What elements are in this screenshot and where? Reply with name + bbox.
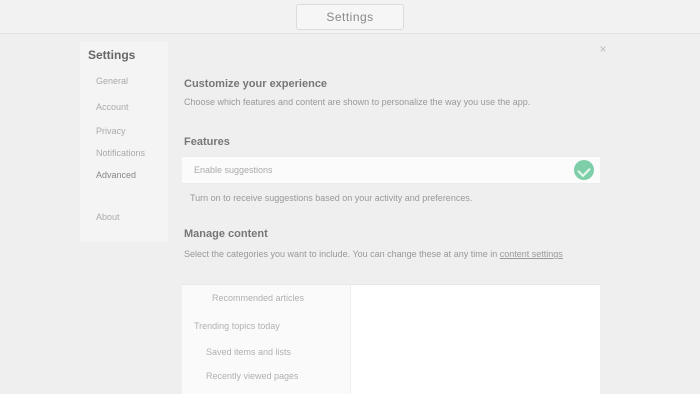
close-button[interactable]: ×	[596, 42, 610, 56]
section3-description-text: Select the categories you want to includ…	[184, 249, 498, 259]
sidebar-item-privacy[interactable]: Privacy	[96, 126, 126, 140]
sidebar-item-account[interactable]: Account	[96, 102, 129, 116]
section2-note: Turn on to receive suggestions based on …	[190, 193, 473, 203]
content-settings-link[interactable]: content settings	[500, 249, 563, 259]
content-list: Recommended articles Trending topics tod…	[182, 284, 600, 394]
sidebar: Settings General Account Privacy Notific…	[80, 42, 168, 242]
window-title: Settings	[296, 4, 404, 30]
sidebar-item-about[interactable]: About	[96, 212, 120, 226]
content-preview-pane	[350, 285, 600, 394]
list-item[interactable]: Recently viewed pages	[206, 371, 299, 381]
section1-description: Choose which features and content are sh…	[184, 97, 531, 107]
section3-heading: Manage content	[184, 228, 268, 240]
list-item[interactable]: Trending topics today	[194, 321, 280, 331]
sidebar-item-notifications[interactable]: Notifications	[96, 148, 145, 162]
list-item[interactable]: Saved items and lists	[206, 347, 291, 357]
suggestions-label: Enable suggestions	[194, 165, 273, 175]
sidebar-item-general[interactable]: General	[96, 76, 128, 90]
sidebar-item-advanced[interactable]: Advanced	[96, 170, 136, 184]
list-item[interactable]: Recommended articles	[212, 293, 304, 303]
section3-description: Select the categories you want to includ…	[184, 248, 594, 261]
sidebar-title: Settings	[88, 48, 136, 62]
title-bar: Settings	[0, 0, 700, 34]
close-icon: ×	[599, 42, 607, 56]
suggestions-setting-row[interactable]: Enable suggestions	[182, 156, 600, 184]
section2-heading: Features	[184, 136, 230, 148]
suggestions-toggle[interactable]	[574, 160, 594, 180]
section1-heading: Customize your experience	[184, 78, 328, 90]
